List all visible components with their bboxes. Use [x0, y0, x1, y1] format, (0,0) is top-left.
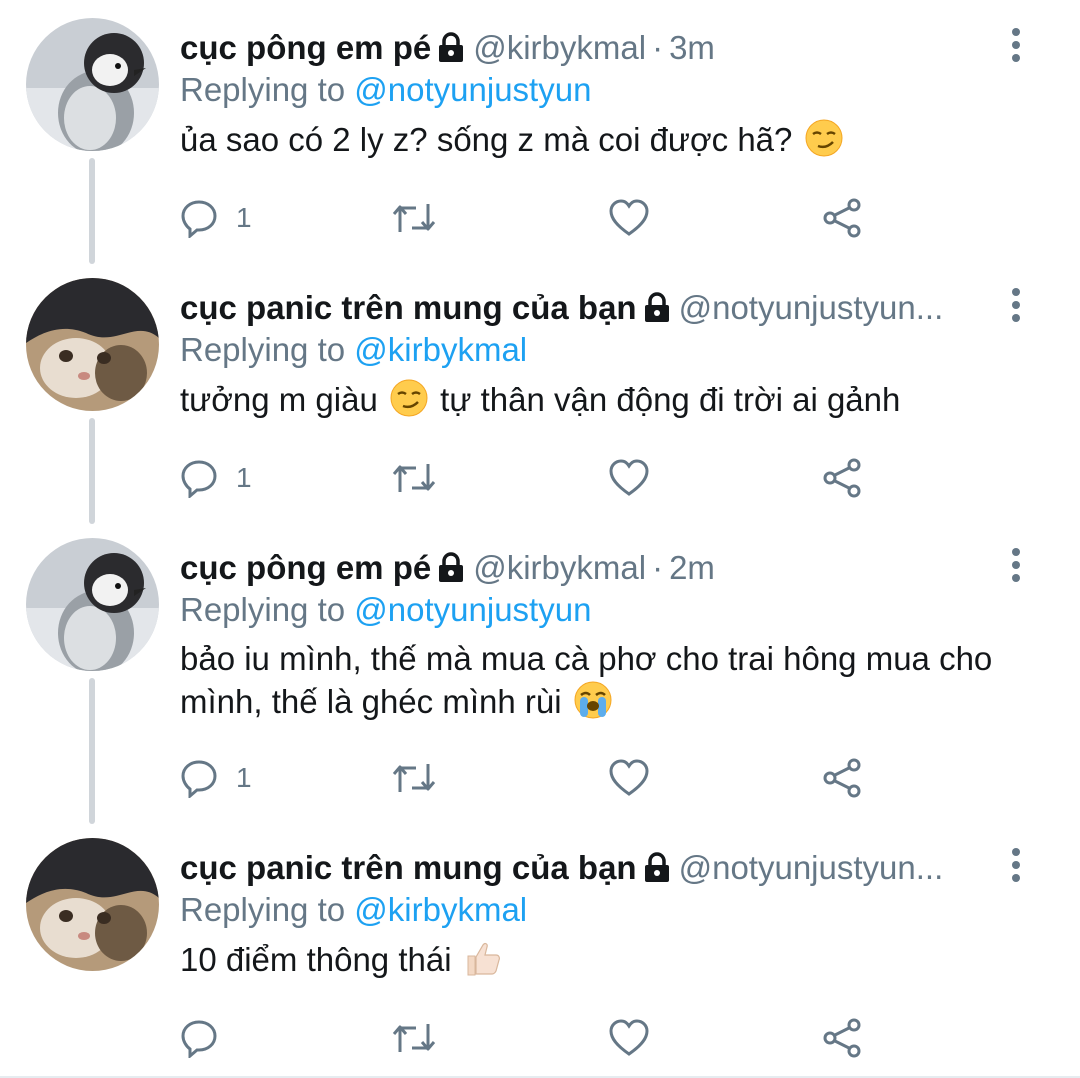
share-icon	[823, 458, 861, 498]
tweet-header: cục pông em pé @kirbykmal · 3m	[180, 26, 1000, 70]
display-name[interactable]: cục pông em pé	[180, 549, 431, 586]
like-button[interactable]	[608, 754, 650, 802]
avatar[interactable]	[26, 18, 159, 151]
separator-dot: ·	[652, 29, 664, 66]
tweet[interactable]: cục pông em pé @kirbykmal · 3m Replying to …	[0, 18, 1080, 258]
more-options-icon[interactable]	[1010, 848, 1022, 888]
reply-count: 1	[236, 202, 252, 233]
smirking-face-icon	[389, 378, 429, 428]
replying-label: Replying to	[180, 591, 346, 628]
more-options-icon[interactable]	[1010, 548, 1022, 588]
timestamp[interactable]: 3m	[669, 29, 715, 66]
retweet-button[interactable]	[390, 194, 438, 242]
retweet-button[interactable]	[390, 454, 438, 502]
reply-button[interactable]: 1	[180, 454, 252, 502]
tweet-actions: 1	[180, 754, 880, 802]
lock-icon	[643, 849, 671, 890]
reply-count: 1	[236, 762, 252, 793]
thumbs-up-icon	[463, 938, 503, 988]
loudly-crying-face-icon	[573, 680, 613, 730]
avatar[interactable]	[26, 538, 159, 671]
retweet-icon	[392, 204, 436, 232]
handle[interactable]: @notyunjustyun...	[679, 289, 944, 326]
tweet-actions: 1	[180, 194, 880, 242]
handle[interactable]: @kirbykmal	[473, 29, 646, 66]
mention-link[interactable]: @notyunjustyun	[354, 71, 591, 108]
avatar[interactable]	[26, 278, 159, 411]
reply-icon	[181, 460, 217, 498]
timestamp[interactable]: 2m	[669, 549, 715, 586]
retweet-icon	[392, 764, 436, 792]
lock-icon	[437, 29, 465, 70]
replying-to: Replying to @notyunjustyun	[180, 588, 591, 632]
penguin-chick-avatar-icon	[26, 18, 159, 151]
reply-button[interactable]	[180, 1014, 236, 1062]
more-options-icon[interactable]	[1010, 28, 1022, 68]
mention-link[interactable]: @kirbykmal	[354, 891, 527, 928]
retweet-button[interactable]	[390, 754, 438, 802]
avatar[interactable]	[26, 838, 159, 971]
separator-dot: ·	[652, 549, 664, 586]
more-options-icon[interactable]	[1010, 288, 1022, 328]
display-name[interactable]: cục pông em pé	[180, 29, 431, 66]
share-button[interactable]	[822, 194, 864, 242]
reply-icon	[181, 200, 217, 238]
cat-face-avatar-icon	[26, 278, 159, 411]
lock-icon	[643, 289, 671, 330]
tweet-header: cục pông em pé @kirbykmal · 2m	[180, 546, 1000, 590]
mention-link[interactable]: @notyunjustyun	[354, 591, 591, 628]
display-name[interactable]: cục panic trên mung của bạn	[180, 849, 637, 886]
replying-label: Replying to	[180, 71, 346, 108]
tweet-text: bảo iu mình, thế mà mua cà phơ cho trai …	[180, 638, 1020, 730]
handle[interactable]: @kirbykmal	[473, 549, 646, 586]
cat-face-avatar-icon	[26, 838, 159, 971]
tweet-text: ủa sao có 2 ly z? sống z mà coi được hã?	[180, 118, 1020, 168]
tweet-text-part: 10 điểm thông thái	[180, 941, 452, 978]
tweet-actions: 1	[180, 454, 880, 502]
heart-icon	[609, 459, 649, 496]
share-icon	[823, 1018, 861, 1058]
share-icon	[823, 198, 861, 238]
retweet-icon	[392, 464, 436, 492]
share-button[interactable]	[822, 1014, 864, 1062]
reply-button[interactable]: 1	[180, 194, 252, 242]
tweet-text: 10 điểm thông thái	[180, 938, 1020, 988]
smirking-face-icon	[804, 118, 844, 168]
mention-link[interactable]: @kirbykmal	[354, 331, 527, 368]
reply-count: 1	[236, 462, 252, 493]
tweet[interactable]: cục panic trên mung của bạn @notyunjustyu…	[0, 838, 1080, 1078]
handle[interactable]: @notyunjustyun...	[679, 849, 944, 886]
tweet[interactable]: cục panic trên mung của bạn @notyunjustyu…	[0, 278, 1080, 518]
share-icon	[823, 758, 861, 798]
tweet[interactable]: cục pông em pé @kirbykmal · 2m Replying to …	[0, 538, 1080, 818]
like-button[interactable]	[608, 1014, 650, 1062]
tweet-text-part: ủa sao có 2 ly z? sống z mà coi được hã?	[180, 121, 793, 158]
like-button[interactable]	[608, 194, 650, 242]
replying-label: Replying to	[180, 331, 346, 368]
reply-button[interactable]: 1	[180, 754, 252, 802]
heart-icon	[609, 759, 649, 796]
reply-icon	[181, 1020, 217, 1058]
replying-to: Replying to @kirbykmal	[180, 328, 527, 372]
tweet-actions	[180, 1014, 880, 1062]
penguin-chick-avatar-icon	[26, 538, 159, 671]
replying-to: Replying to @kirbykmal	[180, 888, 527, 932]
heart-icon	[609, 1019, 649, 1056]
like-button[interactable]	[608, 454, 650, 502]
heart-icon	[609, 199, 649, 236]
share-button[interactable]	[822, 754, 864, 802]
tweet-text-part: tự thân vận động đi trời ai gảnh	[440, 381, 901, 418]
replying-label: Replying to	[180, 891, 346, 928]
retweet-icon	[392, 1024, 436, 1052]
lock-icon	[437, 549, 465, 590]
tweet-text-part: tưởng m giàu	[180, 381, 378, 418]
share-button[interactable]	[822, 454, 864, 502]
tweet-text: tưởng m giàu tự thân vận động đi trời ai…	[180, 378, 1020, 428]
replying-to: Replying to @notyunjustyun	[180, 68, 591, 112]
tweet-header: cục panic trên mung của bạn @notyunjustyu…	[180, 286, 1000, 330]
retweet-button[interactable]	[390, 1014, 438, 1062]
display-name[interactable]: cục panic trên mung của bạn	[180, 289, 637, 326]
tweet-header: cục panic trên mung của bạn @notyunjustyu…	[180, 846, 1000, 890]
reply-icon	[181, 760, 217, 798]
